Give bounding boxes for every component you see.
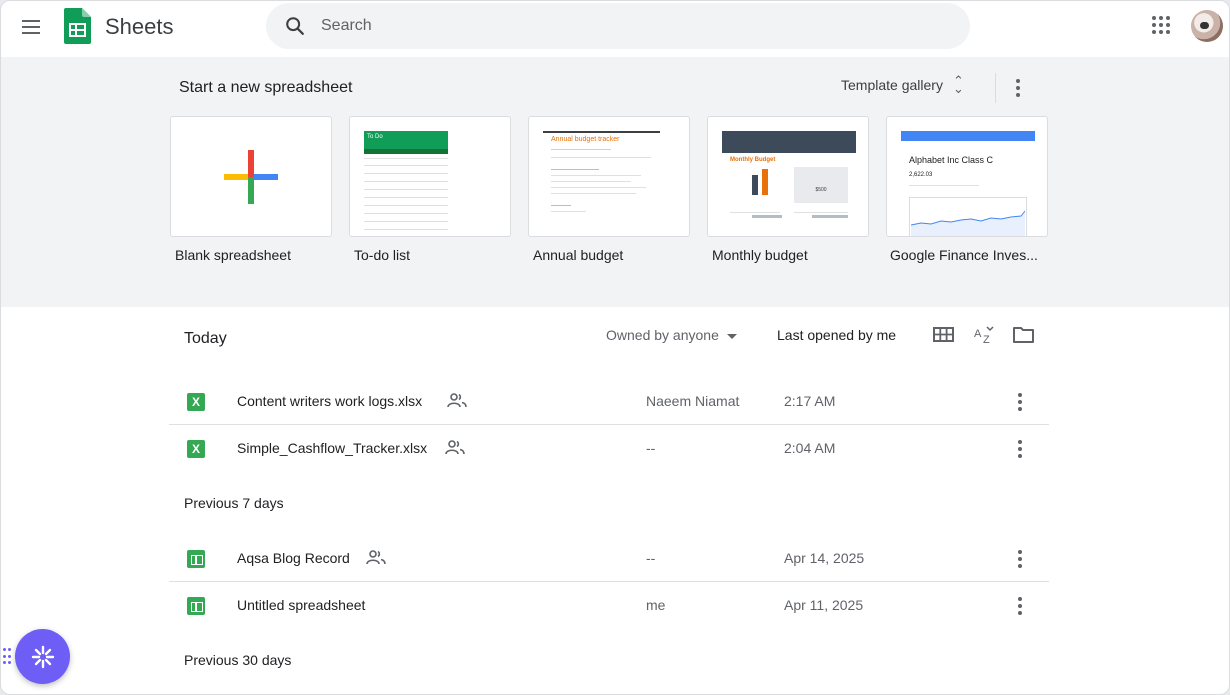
search-input[interactable] <box>321 11 921 41</box>
assistant-fab-button[interactable] <box>15 629 70 684</box>
file-last-opened: 2:17 AM <box>784 393 836 409</box>
list-section-previous-7-days: Previous 7 days <box>184 495 284 511</box>
unfold-more-icon: ⌃ ⌄ <box>952 73 964 96</box>
template-label-todo: To-do list <box>354 247 411 263</box>
shared-people-icon <box>366 550 386 565</box>
template-card-todo[interactable]: To Do <box>349 116 511 237</box>
sort-az-icon[interactable]: A Z <box>971 324 997 346</box>
template-gallery-label: Template gallery <box>841 77 943 93</box>
main-menu-icon[interactable] <box>13 9 49 45</box>
monthly-preview-value: $500 <box>815 187 827 193</box>
file-owner: -- <box>646 440 656 456</box>
shared-people-icon <box>447 393 467 408</box>
excel-file-icon: X <box>187 440 205 458</box>
file-more-options-icon[interactable] <box>1007 546 1033 572</box>
google-sheets-file-icon <box>187 550 205 568</box>
template-label-monthly-budget: Monthly budget <box>712 247 808 263</box>
drag-handle-icon[interactable] <box>3 648 11 666</box>
template-card-monthly-budget[interactable]: Monthly Budget $500 <box>707 116 869 237</box>
file-row[interactable]: Untitled spreadsheet me Apr 11, 2025 <box>169 582 1049 629</box>
template-heading: Start a new spreadsheet <box>179 79 353 96</box>
template-more-options-icon[interactable] <box>1005 73 1031 103</box>
sort-by-dropdown[interactable]: Last opened by me <box>777 327 896 343</box>
app-window: Sheets Start a new spreadsheet Template … <box>0 0 1230 695</box>
sparkle-icon <box>31 645 54 668</box>
grid-view-icon[interactable] <box>931 324 957 346</box>
google-sheets-file-icon <box>187 597 205 615</box>
annual-preview-title: Annual budget tracker <box>551 136 620 143</box>
owner-filter-label: Owned by anyone <box>606 327 719 343</box>
template-card-blank[interactable] <box>170 116 332 237</box>
file-name: Content writers work logs.xlsx <box>237 393 423 409</box>
file-owner: me <box>646 597 666 613</box>
file-more-options-icon[interactable] <box>1007 436 1033 462</box>
finance-preview-title: Alphabet Inc Class C <box>909 155 994 165</box>
file-name: Aqsa Blog Record <box>237 550 350 566</box>
top-bar: Sheets <box>1 1 1229 57</box>
file-row[interactable]: X Content writers work logs.xlsx Naeem N… <box>169 378 1049 425</box>
search-bar[interactable] <box>266 3 970 49</box>
file-row[interactable]: Aqsa Blog Record -- Apr 14, 2025 <box>169 535 1049 582</box>
file-more-options-icon[interactable] <box>1007 389 1033 415</box>
template-card-finance[interactable]: Alphabet Inc Class C 2,622.03 <box>886 116 1048 237</box>
file-owner: Naeem Niamat <box>646 393 740 409</box>
template-label-blank: Blank spreadsheet <box>175 247 291 263</box>
monthly-preview-title: Monthly Budget <box>730 157 776 163</box>
file-last-opened: Apr 14, 2025 <box>784 550 865 566</box>
shared-people-icon <box>445 440 465 455</box>
list-section-previous-30-days: Previous 30 days <box>184 652 292 668</box>
file-name: Untitled spreadsheet <box>237 597 366 613</box>
google-apps-icon[interactable] <box>1149 13 1173 37</box>
todo-preview-title: To Do <box>367 134 383 140</box>
owner-filter-dropdown[interactable]: Owned by anyone <box>606 327 737 343</box>
template-label-finance: Google Finance Inves... <box>890 247 1038 263</box>
finance-preview-value: 2,622.03 <box>909 172 933 178</box>
template-card-annual-budget[interactable]: Annual budget tracker <box>528 116 690 237</box>
list-section-today: Today <box>184 330 227 347</box>
template-label-annual-budget: Annual budget <box>533 247 624 263</box>
sort-label: Last opened by me <box>777 327 897 343</box>
file-owner: -- <box>646 550 656 566</box>
file-more-options-icon[interactable] <box>1007 593 1033 619</box>
template-section: Start a new spreadsheet Template gallery… <box>1 57 1229 307</box>
sheets-logo-icon[interactable] <box>64 8 91 44</box>
account-avatar[interactable] <box>1191 10 1223 42</box>
file-last-opened: Apr 11, 2025 <box>784 597 864 613</box>
template-gallery-button[interactable]: Template gallery ⌃ ⌄ <box>841 73 964 96</box>
todo-preview: To Do <box>364 131 448 236</box>
svg-text:Z: Z <box>983 334 990 346</box>
folder-picker-icon[interactable] <box>1011 324 1037 346</box>
file-name: Simple_Cashflow_Tracker.xlsx <box>237 440 428 456</box>
plus-icon <box>224 150 278 204</box>
excel-file-icon: X <box>187 393 205 411</box>
file-last-opened: 2:04 AM <box>784 440 836 456</box>
svg-text:A: A <box>974 328 982 340</box>
app-name: Sheets <box>105 14 174 39</box>
template-divider <box>995 73 996 103</box>
search-icon[interactable] <box>284 15 306 37</box>
finance-preview-graph <box>911 210 1025 236</box>
file-row[interactable]: X Simple_Cashflow_Tracker.xlsx -- 2:04 A… <box>169 425 1049 472</box>
